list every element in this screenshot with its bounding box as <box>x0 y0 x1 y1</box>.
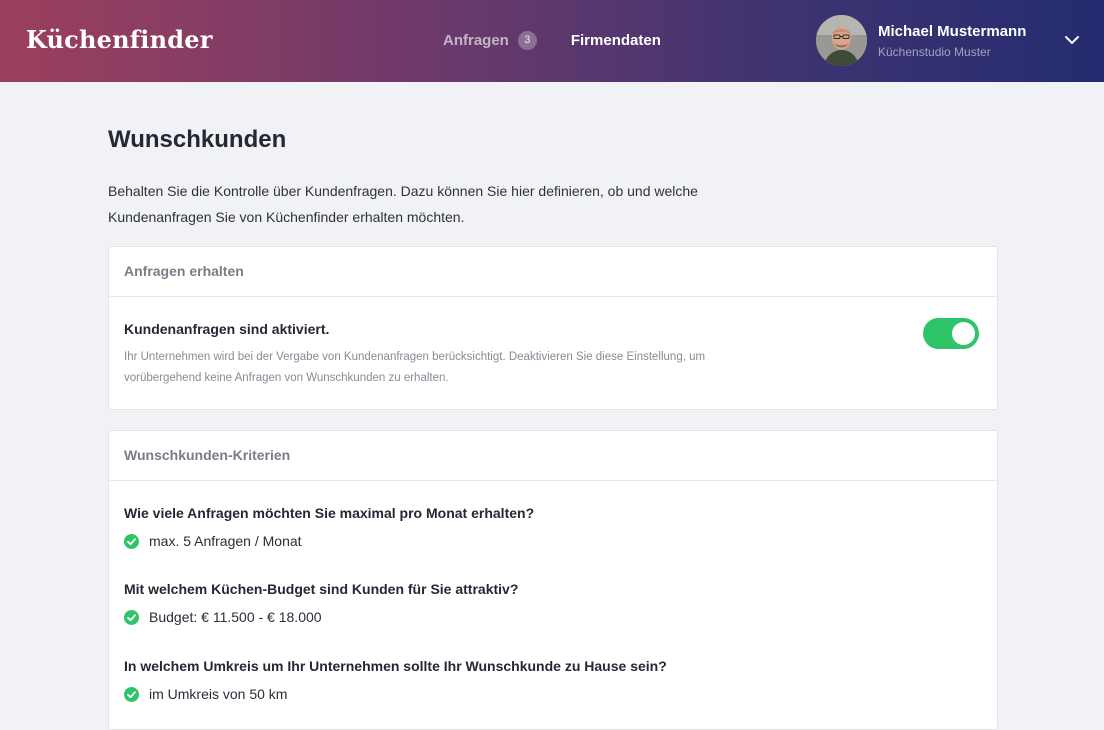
requests-toggle[interactable] <box>923 318 979 349</box>
criteria-question: Mit welchem Küchen-Budget sind Kunden fü… <box>124 581 519 597</box>
user-company: Küchenstudio Muster <box>878 45 991 59</box>
count-badge: 3 <box>517 31 537 50</box>
main-nav: Anfragen 3 Firmendaten <box>443 31 661 50</box>
chevron-down-icon[interactable] <box>1063 33 1081 47</box>
user-name[interactable]: Michael Mustermann <box>878 23 1026 40</box>
card-header: Wunschkunden-Kriterien <box>109 431 997 481</box>
setting-title: Kundenanfragen sind aktiviert. <box>124 321 330 337</box>
avatar-portrait-icon <box>816 15 867 66</box>
top-navigation-bar: Küchenfinder Anfragen 3 Firmendaten Mich… <box>0 0 1104 82</box>
nav-item-label: Anfragen <box>443 32 509 49</box>
toggle-knob <box>952 322 975 345</box>
check-circle-icon <box>124 686 139 702</box>
check-circle-icon <box>124 533 139 549</box>
app-logo[interactable]: Küchenfinder <box>26 25 213 54</box>
criteria-item: Mit welchem Küchen-Budget sind Kunden fü… <box>124 581 984 625</box>
criteria-question: Wie viele Anfragen möchten Sie maximal p… <box>124 505 535 521</box>
criteria-answer-text: max. 5 Anfragen / Monat <box>149 533 302 549</box>
criteria-card: Wunschkunden-Kriterien Wie viele Anfrage… <box>108 430 998 730</box>
criteria-answer: im Umkreis von 50 km <box>124 686 984 702</box>
nav-item-firmendaten[interactable]: Firmendaten <box>571 32 661 49</box>
criteria-question: In welchem Umkreis um Ihr Unternehmen so… <box>124 658 667 674</box>
criteria-answer: Budget: € 11.500 - € 18.000 <box>124 609 984 625</box>
card-header: Anfragen erhalten <box>109 247 997 297</box>
criteria-answer-text: Budget: € 11.500 - € 18.000 <box>149 609 322 625</box>
criteria-item: Wie viele Anfragen möchten Sie maximal p… <box>124 505 984 549</box>
nav-item-anfragen[interactable]: Anfragen 3 <box>443 31 537 50</box>
page-title: Wunschkunden <box>108 126 287 153</box>
requests-card: Anfragen erhalten Kundenanfragen sind ak… <box>108 246 998 410</box>
nav-item-label: Firmendaten <box>570 32 661 49</box>
criteria-item: In welchem Umkreis um Ihr Unternehmen so… <box>124 658 984 702</box>
criteria-answer: max. 5 Anfragen / Monat <box>124 533 984 549</box>
check-circle-icon <box>124 609 139 625</box>
setting-description: Ihr Unternehmen wird bei der Vergabe von… <box>124 351 706 384</box>
criteria-answer-text: im Umkreis von 50 km <box>149 686 288 702</box>
page-intro: Behalten Sie die Kontrolle über Kundenfr… <box>108 183 698 225</box>
avatar[interactable] <box>816 15 867 66</box>
